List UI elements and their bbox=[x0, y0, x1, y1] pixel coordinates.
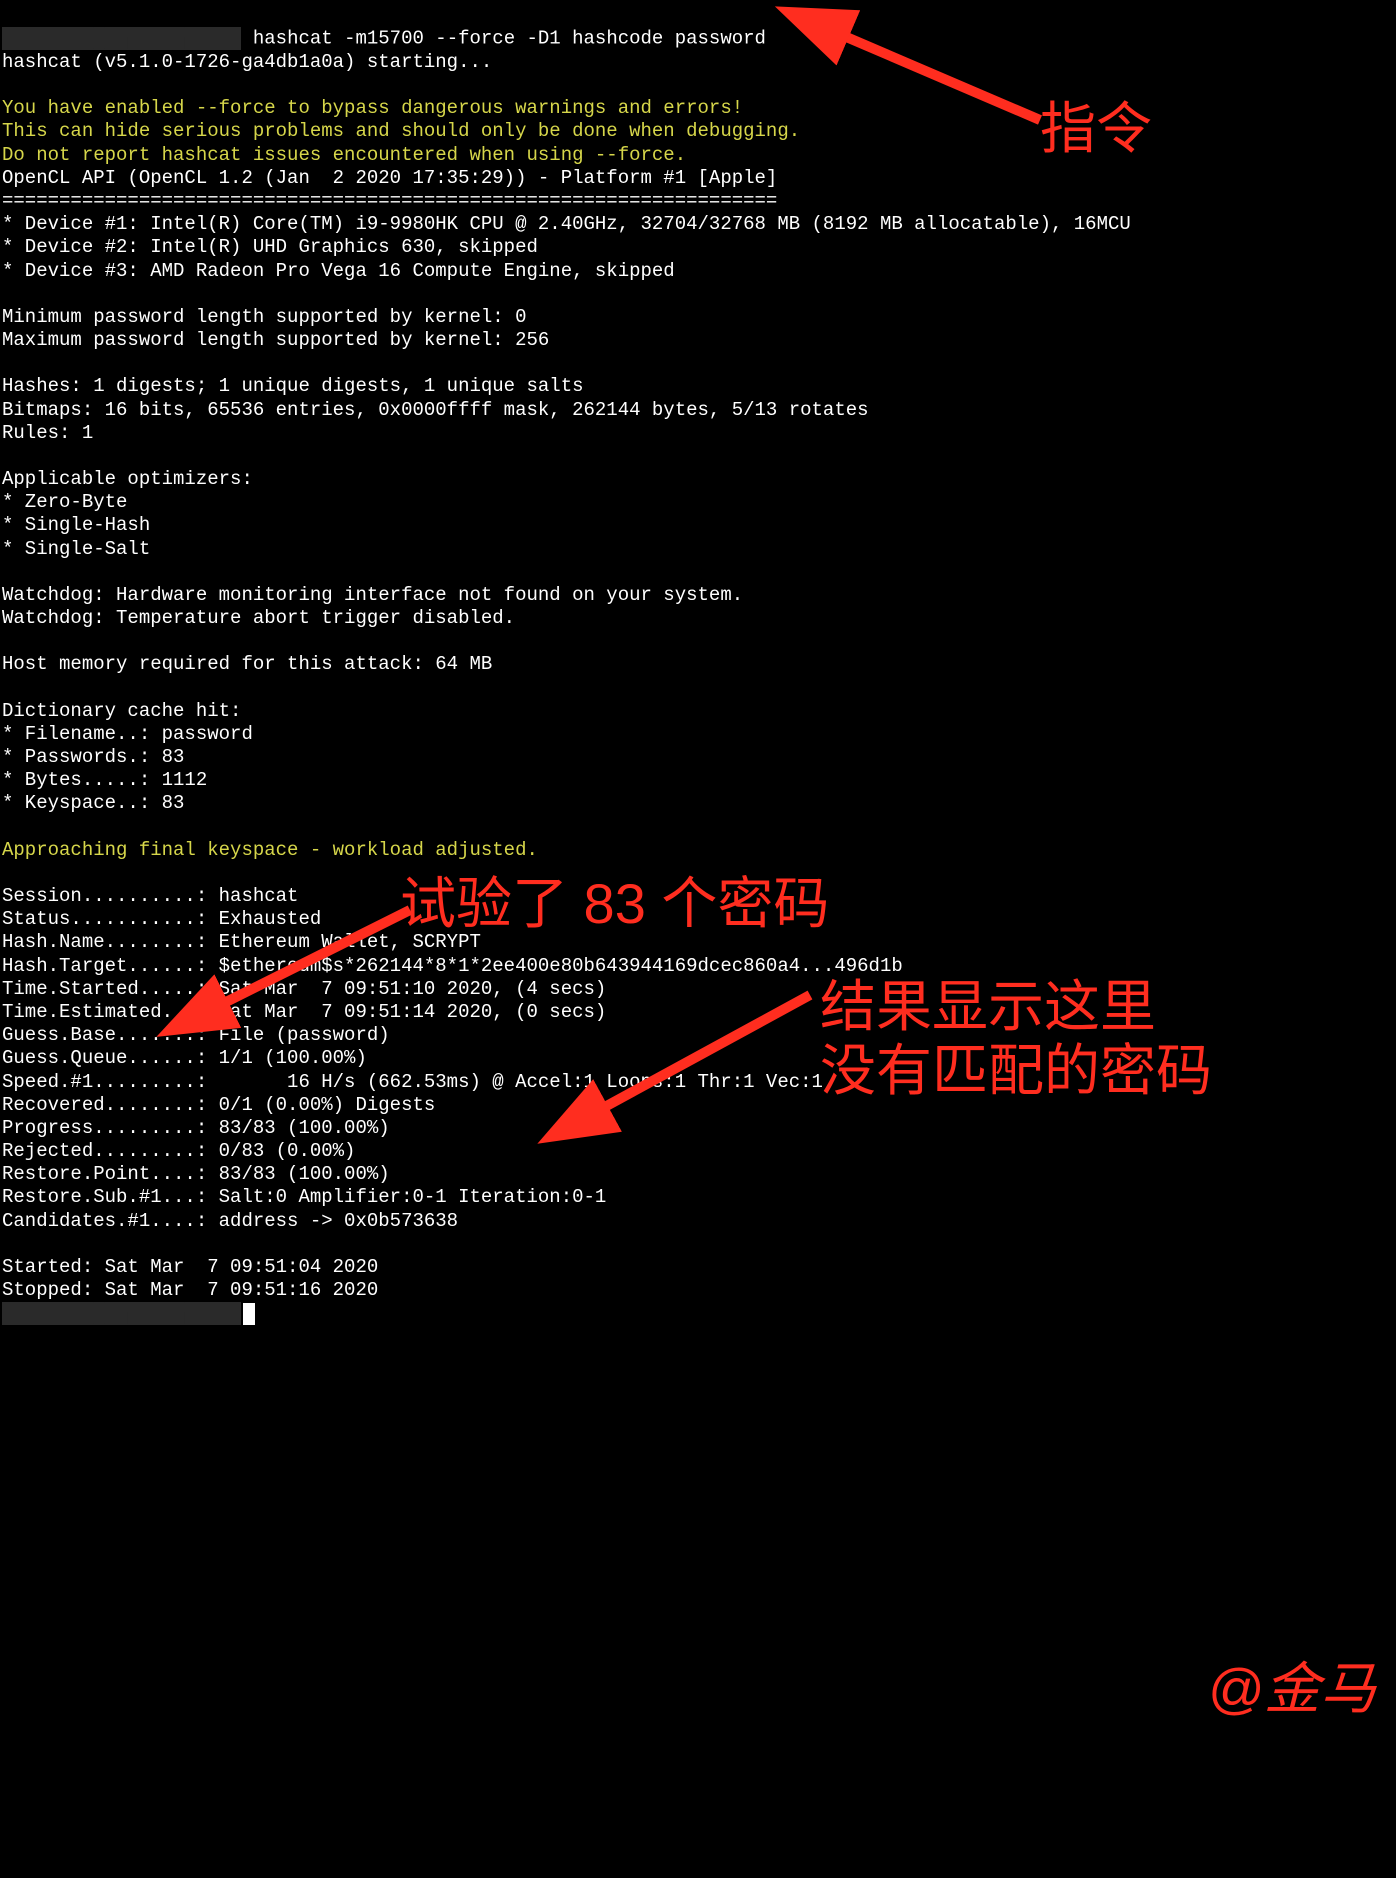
speed-line: Speed.#1.........: 16 H/s (662.53ms) @ A… bbox=[2, 1071, 823, 1093]
watchdog-1: Watchdog: Hardware monitoring interface … bbox=[2, 584, 743, 606]
opt-3: * Single-Salt bbox=[2, 538, 150, 560]
progress-line: Progress.........: 83/83 (100.00%) bbox=[2, 1117, 390, 1139]
rules-line: Rules: 1 bbox=[2, 422, 93, 444]
max-length: Maximum password length supported by ker… bbox=[2, 329, 549, 351]
guess-base-line: Guess.Base.......: File (password) bbox=[2, 1024, 390, 1046]
opt-2: * Single-Hash bbox=[2, 514, 150, 536]
device-2: * Device #2: Intel(R) UHD Graphics 630, … bbox=[2, 236, 538, 258]
session-line: Session..........: hashcat bbox=[2, 885, 298, 907]
cursor-block-icon bbox=[243, 1303, 255, 1325]
dict-keyspace: * Keyspace..: 83 bbox=[2, 792, 184, 814]
started-line: Started: Sat Mar 7 09:51:04 2020 bbox=[2, 1256, 378, 1278]
device-3: * Device #3: AMD Radeon Pro Vega 16 Comp… bbox=[2, 260, 675, 282]
watchdog-2: Watchdog: Temperature abort trigger disa… bbox=[2, 607, 515, 629]
hostmem-line: Host memory required for this attack: 64… bbox=[2, 653, 492, 675]
device-1: * Device #1: Intel(R) Core(TM) i9-9980HK… bbox=[2, 213, 1131, 235]
annotation-watermark: @金马 bbox=[1207, 1655, 1376, 1723]
recovered-line: Recovered........: 0/1 (0.00%) Digests bbox=[2, 1094, 435, 1116]
dict-header: Dictionary cache hit: bbox=[2, 700, 241, 722]
warn-line-1: You have enabled --force to bypass dange… bbox=[2, 97, 743, 119]
appopt-line: Applicable optimizers: bbox=[2, 468, 253, 490]
approach-line: Approaching final keyspace - workload ad… bbox=[2, 839, 538, 861]
bitmaps-line: Bitmaps: 16 bits, 65536 entries, 0x0000f… bbox=[2, 399, 869, 421]
opencl-line: OpenCL API (OpenCL 1.2 (Jan 2 2020 17:35… bbox=[2, 167, 777, 189]
guess-queue-line: Guess.Queue......: 1/1 (100.00%) bbox=[2, 1047, 367, 1069]
dict-passwords: * Passwords.: 83 bbox=[2, 746, 184, 768]
status-line: Status...........: Exhausted bbox=[2, 908, 321, 930]
dict-bytes: * Bytes.....: 1112 bbox=[2, 769, 207, 791]
redacted-prompt: █ █ █ █▄ ▀▄█ bbox=[2, 27, 241, 50]
candidates-line: Candidates.#1....: address -> 0x0b573638 bbox=[2, 1210, 458, 1232]
hashname-line: Hash.Name........: Ethereum Wallet, SCRY… bbox=[2, 931, 481, 953]
command-line: hashcat -m15700 --force -D1 hashcode pas… bbox=[253, 28, 766, 50]
redacted-prompt-2: █ █ █ █▄ ▀▄█ bbox=[2, 1302, 241, 1325]
hashtarget-line: Hash.Target......: $ethereum$s*262144*8*… bbox=[2, 955, 903, 977]
time-estimated-line: Time.Estimated...: Sat Mar 7 09:51:14 20… bbox=[2, 1001, 606, 1023]
restore-sub-line: Restore.Sub.#1...: Salt:0 Amplifier:0-1 … bbox=[2, 1186, 606, 1208]
opt-1: * Zero-Byte bbox=[2, 491, 127, 513]
hashes-line: Hashes: 1 digests; 1 unique digests, 1 u… bbox=[2, 375, 584, 397]
warn-line-3: Do not report hashcat issues encountered… bbox=[2, 144, 686, 166]
restore-point-line: Restore.Point....: 83/83 (100.00%) bbox=[2, 1163, 390, 1185]
dict-filename: * Filename..: password bbox=[2, 723, 253, 745]
warn-line-2: This can hide serious problems and shoul… bbox=[2, 120, 800, 142]
stopped-line: Stopped: Sat Mar 7 09:51:16 2020 bbox=[2, 1279, 378, 1301]
terminal-output: █ █ █ █▄ ▀▄█ hashcat -m15700 --force -D1… bbox=[0, 0, 1133, 1330]
line-starting: hashcat (v5.1.0-1726-ga4db1a0a) starting… bbox=[2, 51, 492, 73]
time-started-line: Time.Started.....: Sat Mar 7 09:51:10 20… bbox=[2, 978, 606, 1000]
hr-line: ========================================… bbox=[2, 190, 777, 212]
min-length: Minimum password length supported by ker… bbox=[2, 306, 527, 328]
rejected-line: Rejected.........: 0/83 (0.00%) bbox=[2, 1140, 355, 1162]
